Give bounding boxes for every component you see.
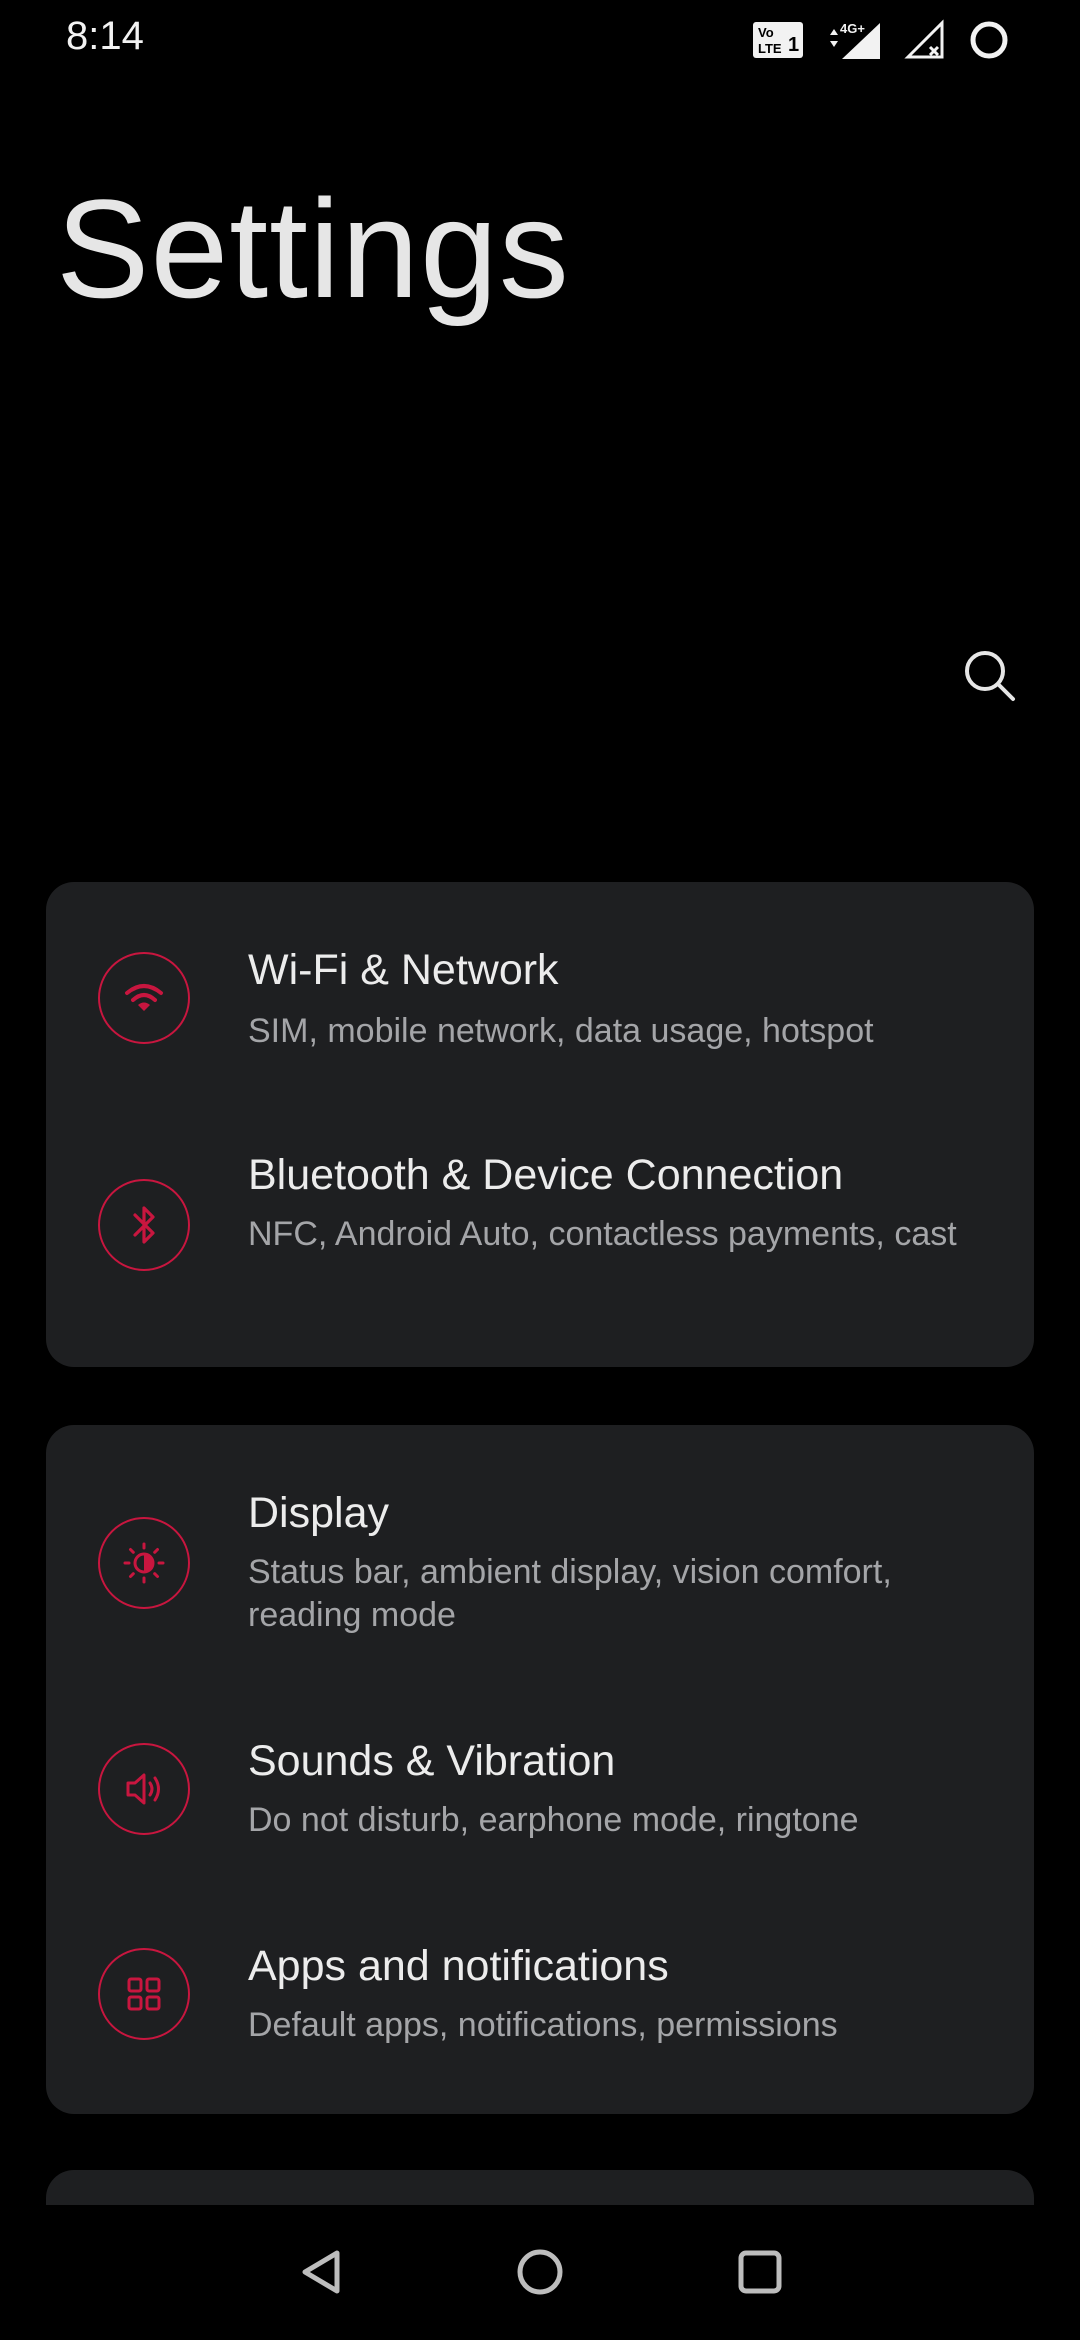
svg-text:Vo: Vo xyxy=(758,25,774,40)
svg-text:1: 1 xyxy=(788,34,799,56)
svg-text:4G+: 4G+ xyxy=(840,21,865,36)
home-icon xyxy=(515,2247,565,2302)
settings-item-subtitle: NFC, Android Auto, contactless payments,… xyxy=(248,1215,957,1253)
signal-no-service-icon xyxy=(904,19,946,61)
signal-4g-plus-icon: 4G+ xyxy=(826,19,882,61)
settings-item-wifi-network[interactable]: Wi-Fi & Network SIM, mobile network, dat… xyxy=(46,882,1034,1087)
back-icon xyxy=(297,2247,347,2302)
recents-icon xyxy=(735,2247,785,2302)
back-button[interactable] xyxy=(287,2239,357,2309)
settings-item-title: Display xyxy=(248,1489,389,1537)
status-time: 8:14 xyxy=(66,14,144,58)
settings-item-title: Wi-Fi & Network xyxy=(248,946,559,994)
settings-item-title: Bluetooth & Device Connection xyxy=(248,1151,844,1199)
brightness-icon xyxy=(98,1517,190,1609)
status-bar: 8:14 Vo LTE 1 4G+ xyxy=(0,0,1080,80)
apps-grid-icon xyxy=(98,1948,190,2040)
wifi-icon xyxy=(98,952,190,1044)
recents-button[interactable] xyxy=(725,2239,795,2309)
svg-text:LTE: LTE xyxy=(758,41,782,56)
volte-lte-icon: Vo LTE 1 xyxy=(752,21,804,59)
bluetooth-icon xyxy=(98,1179,190,1271)
settings-item-bluetooth[interactable]: Bluetooth & Device Connection NFC, Andro… xyxy=(46,1087,1034,1367)
navigation-bar xyxy=(0,2205,1080,2340)
settings-item-subtitle: Do not disturb, earphone mode, ringtone xyxy=(248,1801,859,1839)
settings-item-subtitle: Default apps, notifications, permissions xyxy=(248,2006,838,2044)
settings-item-title: Sounds & Vibration xyxy=(248,1737,616,1785)
search-button[interactable] xyxy=(952,640,1026,714)
page-title: Settings xyxy=(56,170,570,327)
speaker-icon xyxy=(98,1743,190,1835)
home-button[interactable] xyxy=(505,2239,575,2309)
settings-card-connectivity: Wi-Fi & Network SIM, mobile network, dat… xyxy=(46,882,1034,1367)
settings-item-apps-notifications[interactable]: Apps and notifications Default apps, not… xyxy=(46,1878,1034,2114)
settings-item-sounds[interactable]: Sounds & Vibration Do not disturb, earph… xyxy=(46,1673,1034,1878)
settings-card-device: Display Status bar, ambient display, vis… xyxy=(46,1425,1034,2114)
settings-item-title: Apps and notifications xyxy=(248,1942,669,1990)
search-icon xyxy=(961,647,1017,708)
settings-item-display[interactable]: Display Status bar, ambient display, vis… xyxy=(46,1425,1034,1673)
battery-ring-icon xyxy=(968,19,1010,61)
settings-item-subtitle: Status bar, ambient display, vision comf… xyxy=(248,1553,892,1634)
settings-screen: 8:14 Vo LTE 1 4G+ Settings Wi-Fi & Netwo… xyxy=(0,0,1080,2340)
settings-item-subtitle: SIM, mobile network, data usage, hotspot xyxy=(248,1012,874,1050)
status-icons: Vo LTE 1 4G+ xyxy=(752,18,1010,62)
